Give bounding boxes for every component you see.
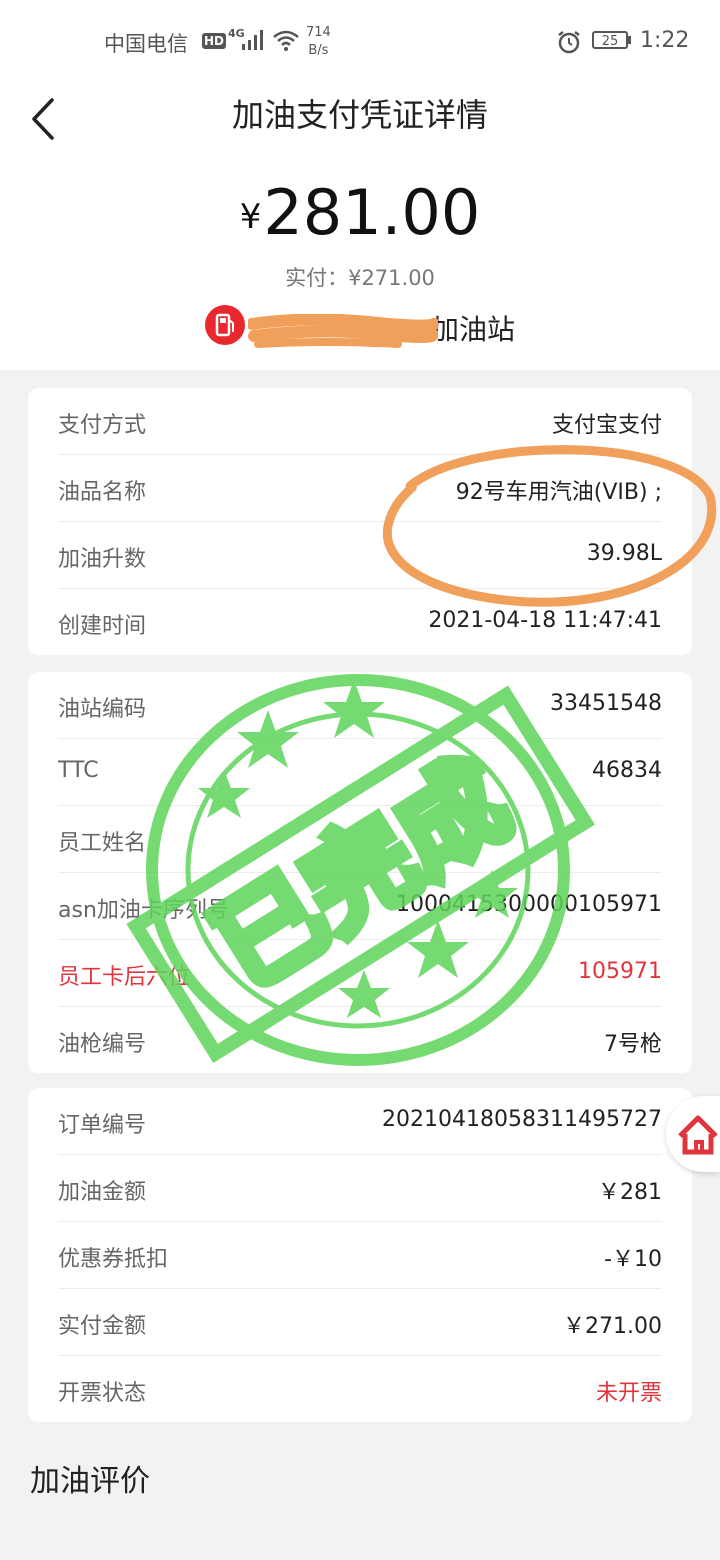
row-value: 支付宝支付 bbox=[551, 413, 662, 438]
carrier-name: 中国电信 bbox=[104, 32, 188, 56]
row-ttc: TTC 46834 bbox=[58, 739, 662, 806]
row-label: 油品名称 bbox=[58, 480, 147, 505]
row-label: 油站编码 bbox=[58, 697, 147, 722]
rating-section-title: 加油评价 bbox=[30, 1464, 150, 1499]
row-value: 7号枪 bbox=[604, 1032, 662, 1057]
row-created-time: 创建时间 2021-04-18 11:47:41 bbox=[58, 589, 662, 655]
alarm-icon bbox=[558, 31, 580, 54]
row-fuel-amount: 加油金额 ￥281 bbox=[58, 1155, 662, 1222]
total-amount: ¥281.00 bbox=[0, 176, 720, 249]
row-station-code: 油站编码 33451548 bbox=[58, 672, 662, 739]
row-label: 订单编号 bbox=[58, 1113, 147, 1138]
row-value: 46834 bbox=[592, 758, 662, 783]
home-button[interactable] bbox=[666, 1096, 720, 1172]
row-invoice-status: 开票状态 未开票 bbox=[58, 1356, 662, 1422]
row-value: 105971 bbox=[578, 959, 662, 984]
row-value: 20210418058311495727 bbox=[382, 1107, 662, 1132]
row-nozzle-number: 油枪编号 7号枪 bbox=[58, 1007, 662, 1073]
row-value: ￥281 bbox=[598, 1180, 662, 1205]
row-label: 员工卡后六位 bbox=[58, 965, 191, 990]
row-label: 优惠券抵扣 bbox=[58, 1247, 169, 1272]
payment-card: 支付方式 支付宝支付 油品名称 92号车用汽油(VIB) ; 加油升数 39.9… bbox=[28, 388, 692, 655]
speed-value: 714 bbox=[306, 25, 331, 40]
row-label: 员工姓名 bbox=[58, 831, 147, 856]
row-label: 创建时间 bbox=[58, 614, 147, 639]
invoice-status-value: 未开票 bbox=[595, 1381, 662, 1406]
row-label: 支付方式 bbox=[58, 413, 147, 438]
fuel-pump-icon bbox=[204, 305, 245, 345]
row-value: ￥271.00 bbox=[563, 1314, 662, 1339]
currency-symbol: ¥ bbox=[239, 197, 262, 237]
amount-value: 281.00 bbox=[263, 176, 481, 249]
row-label: 加油金额 bbox=[58, 1180, 147, 1205]
row-staff-name: 员工姓名 bbox=[58, 806, 662, 873]
nav-header: 加油支付凭证详情 bbox=[0, 84, 720, 164]
page-title: 加油支付凭证详情 bbox=[231, 96, 488, 134]
row-label: 开票状态 bbox=[58, 1381, 147, 1406]
row-label: 实付金额 bbox=[58, 1314, 147, 1339]
row-label: 油枪编号 bbox=[58, 1032, 147, 1057]
speed-unit: B/s bbox=[308, 43, 329, 58]
row-label: asn加油卡序列号 bbox=[58, 898, 229, 923]
row-value: 33451548 bbox=[550, 691, 662, 716]
row-value: 1000415300000105971 bbox=[396, 892, 662, 917]
station-name-text: 加油站 bbox=[430, 313, 515, 346]
row-value: -￥10 bbox=[604, 1247, 662, 1272]
battery-icon: 25 bbox=[592, 31, 628, 49]
battery-tip bbox=[628, 36, 631, 44]
paid-amount: 实付：¥271.00 bbox=[285, 266, 435, 290]
station-card: 油站编码 33451548 TTC 46834 员工姓名 asn加油卡序列号 1… bbox=[28, 672, 692, 1073]
row-staff-card-last6: 员工卡后六位 105971 bbox=[58, 940, 662, 1007]
row-asn-card: asn加油卡序列号 1000415300000105971 bbox=[58, 873, 662, 940]
row-value: 39.98L bbox=[586, 541, 662, 566]
home-icon bbox=[678, 1115, 718, 1155]
row-fuel-name: 油品名称 92号车用汽油(VIB) ; bbox=[58, 455, 662, 522]
row-value: 2021-04-18 11:47:41 bbox=[428, 608, 662, 633]
row-coupon-deduction: 优惠券抵扣 -￥10 bbox=[58, 1222, 662, 1289]
row-order-number: 订单编号 20210418058311495727 bbox=[58, 1088, 662, 1155]
row-value: 92号车用汽油(VIB) ; bbox=[455, 480, 662, 505]
row-label: 加油升数 bbox=[58, 547, 147, 572]
signal-icon bbox=[242, 30, 263, 50]
redaction-scribble bbox=[248, 314, 438, 348]
order-card: 订单编号 20210418058311495727 加油金额 ￥281 优惠券抵… bbox=[28, 1088, 692, 1422]
clock: 1:22 bbox=[640, 28, 690, 53]
wifi-icon bbox=[273, 30, 299, 51]
network-speed: 714 B/s bbox=[306, 24, 331, 60]
row-actual-paid: 实付金额 ￥271.00 bbox=[58, 1289, 662, 1356]
row-fuel-liters: 加油升数 39.98L bbox=[58, 522, 662, 589]
status-bar: 中国电信 HD 4G 714 B/s 25 1:22 bbox=[0, 0, 720, 84]
row-label: TTC bbox=[58, 758, 99, 783]
row-payment-method: 支付方式 支付宝支付 bbox=[58, 388, 662, 455]
hd-badge: HD bbox=[202, 33, 227, 49]
